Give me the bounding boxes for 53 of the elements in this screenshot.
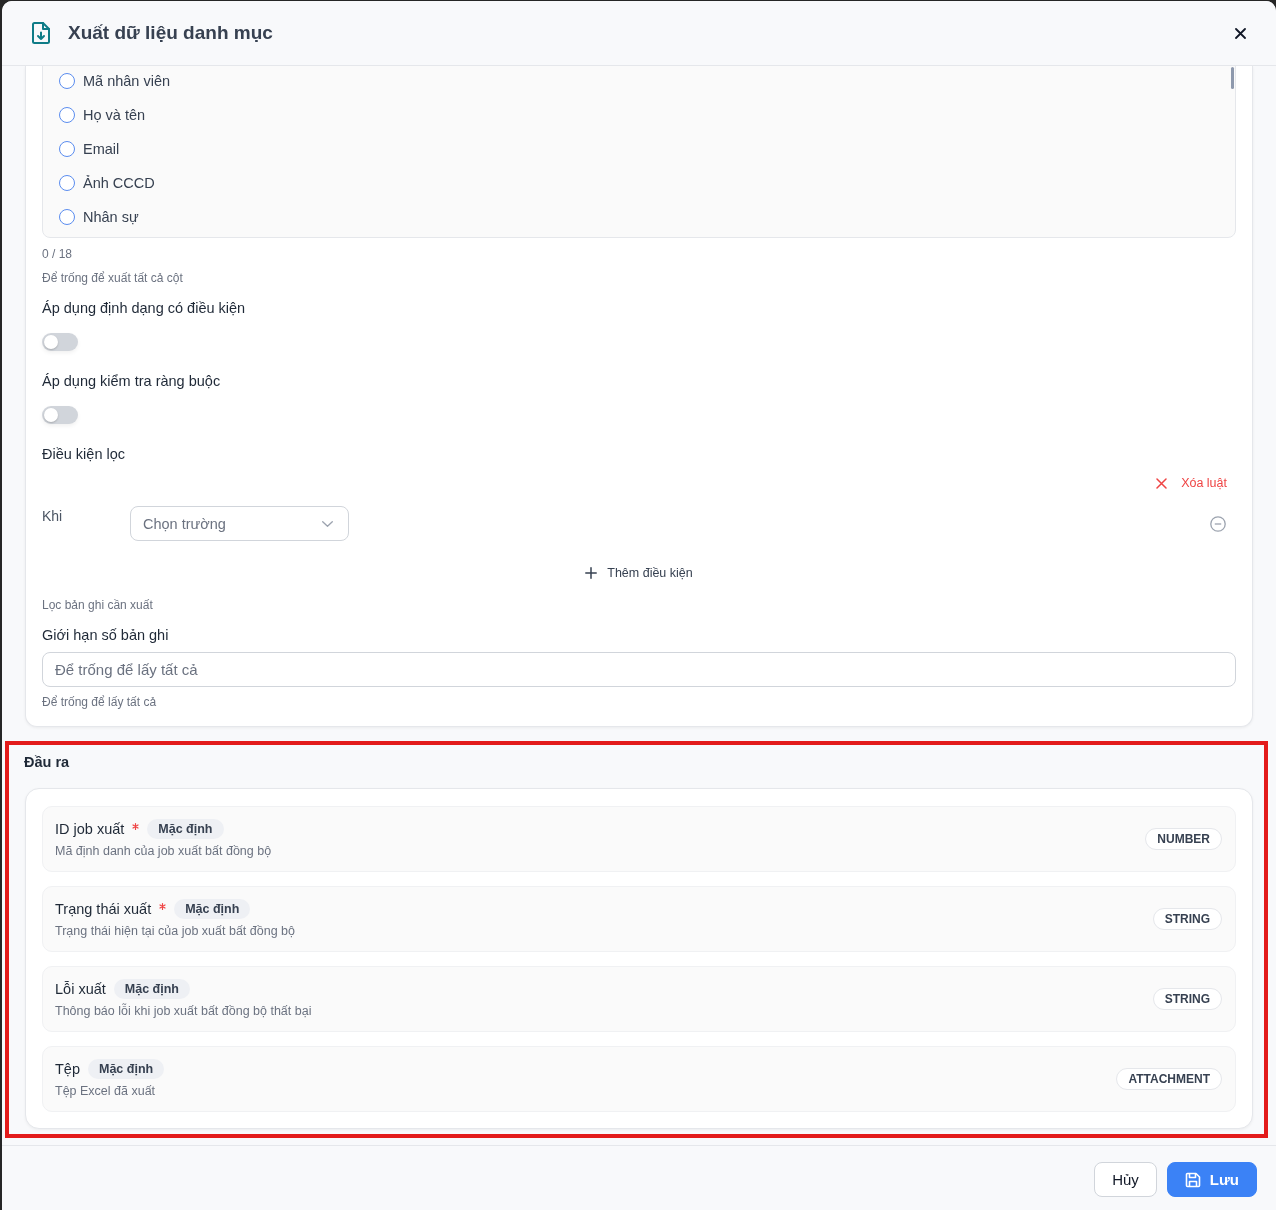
field-name: ID job xuất	[55, 820, 125, 839]
option-label: Họ và tên	[83, 106, 146, 125]
default-badge: Mặc định	[88, 1059, 165, 1079]
chevron-down-icon	[322, 520, 333, 527]
scrollbar-thumb[interactable]	[1231, 67, 1234, 89]
radio-button[interactable]	[59, 175, 75, 191]
helper-text: Lọc bản ghi cần xuất	[42, 597, 153, 613]
field-name: Lỗi xuất	[55, 980, 106, 999]
dialog-title: Xuất dữ liệu danh mục	[68, 21, 273, 45]
radio-button[interactable]	[59, 107, 75, 123]
option-label: Email	[83, 140, 120, 159]
field-label: Giới hạn số bản ghi	[42, 626, 169, 645]
radio-button[interactable]	[59, 141, 75, 157]
minus-circle-icon[interactable]	[1210, 516, 1226, 532]
clear-rule-button[interactable]: Xóa luật	[1156, 473, 1227, 493]
helper-text: Để trống để lấy tất cả	[42, 694, 157, 710]
type-tag: STRING	[1152, 908, 1222, 930]
default-badge: Mặc định	[113, 979, 190, 999]
setting-label: Áp dụng định dạng có điều kiện	[42, 299, 246, 318]
type-tag: STRING	[1152, 988, 1222, 1010]
section-label: Điều kiện lọc	[42, 445, 125, 464]
field-select[interactable]: Chọn trường	[130, 506, 349, 541]
condition-label: Khi	[42, 507, 64, 526]
field-description: Trạng thái hiện tại của job xuất bất đồng bộ	[55, 923, 295, 939]
limit-input[interactable]: Để trống để lấy tất cả	[42, 652, 1236, 687]
field-name: Tệp	[55, 1060, 80, 1079]
option-label: Ảnh CCCD	[83, 174, 155, 193]
radio-button[interactable]	[59, 73, 75, 89]
type-tag: ATTACHMENT	[1116, 1068, 1222, 1090]
plus-icon	[585, 567, 598, 579]
selection-count: 0 / 18	[42, 246, 73, 262]
option-label: Mã nhân viên	[83, 72, 171, 91]
close-icon[interactable]	[1235, 27, 1246, 39]
field-description: Tệp Excel đã xuất	[55, 1083, 157, 1099]
toggle-switch[interactable]	[42, 406, 78, 424]
setting-label: Áp dụng kiểm tra ràng buộc	[42, 372, 221, 391]
file-download-icon	[32, 22, 50, 44]
save-button[interactable]: Lưu	[1166, 1162, 1257, 1197]
field-description: Mã định danh của job xuất bất đồng bộ	[55, 843, 272, 859]
save-icon	[1184, 1171, 1201, 1188]
cancel-button[interactable]: Hủy	[1094, 1162, 1157, 1197]
option-label: Nhân sự	[83, 208, 139, 227]
field-description: Thông báo lỗi khi job xuất bất đồng bộ thất bại	[55, 1003, 312, 1019]
default-badge: Mặc định	[147, 819, 224, 839]
x-icon	[1156, 477, 1168, 489]
field-name: Trạng thái xuất	[55, 900, 152, 919]
type-tag: NUMBER	[1145, 828, 1222, 850]
default-badge: Mặc định	[174, 899, 251, 919]
section-title: Đầu ra	[24, 753, 71, 772]
toggle-switch[interactable]	[42, 333, 78, 351]
radio-button[interactable]	[59, 209, 75, 225]
helper-text: Để trống để xuất tất cả cột	[42, 270, 183, 286]
add-condition-button[interactable]: Thêm điều kiện	[585, 563, 693, 583]
